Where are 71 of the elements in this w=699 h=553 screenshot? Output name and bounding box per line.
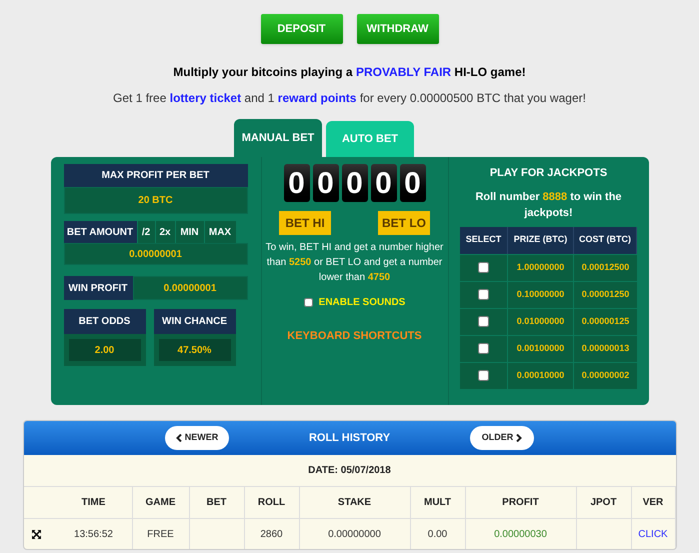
table-cell-text: 0.00000030	[494, 528, 547, 542]
table-cell-text: 0.00001250	[580, 288, 630, 301]
table-cell: 0.00010000	[508, 362, 574, 388]
chevron-right-icon	[516, 434, 522, 442]
select-checkbox[interactable]	[478, 370, 489, 381]
table-cell-text: 2860	[260, 528, 283, 542]
older-button[interactable]: OLDER	[470, 426, 534, 450]
table-cell: 0.10000000	[508, 282, 574, 308]
history-title: ROLL HISTORY	[308, 430, 390, 446]
tab[interactable]: MANUAL BET	[234, 119, 322, 157]
field-label: WIN PROFIT	[64, 276, 132, 300]
stat-value: 2.00	[68, 339, 140, 361]
digit-display: 0	[312, 164, 338, 202]
column-header: STAKE	[300, 487, 410, 518]
select-checkbox[interactable]	[478, 316, 489, 327]
table-cell-text: 0.00012500	[580, 260, 630, 274]
column-header: JPOT	[576, 487, 632, 518]
select-checkbox[interactable]	[478, 343, 489, 354]
table-cell-text: 0.00000013	[580, 342, 630, 355]
table-cell: 1.00000000	[508, 254, 574, 280]
jackpots-text: Roll number 8888 to win the jackpots!	[474, 190, 623, 220]
rules-text: To win, BET HI and get a number higher than 5250 or BET LO and get a number lower than 4750	[264, 241, 444, 285]
column-header: MULT	[410, 487, 466, 518]
table-cell-text: 0.00000002	[580, 368, 630, 382]
headline: Multiply your bitcoins playing a PROVABLY FAIR HI-LO game!	[173, 64, 526, 81]
bet-button[interactable]: BET LO	[378, 211, 430, 235]
digit-display: 0	[370, 164, 396, 202]
select-checkbox[interactable]	[478, 262, 489, 273]
column-header: ROLL	[244, 487, 300, 518]
column-header: COST (BTC)	[574, 226, 637, 254]
verify-link[interactable]: CLICK	[638, 526, 668, 542]
newer-button[interactable]: NEWER	[164, 426, 229, 450]
table-cell: 0.00100000	[508, 336, 574, 362]
bet-amount-field[interactable]: 0.00000001	[64, 243, 248, 265]
jackpots-title: PLAY FOR JACKPOTS	[490, 166, 608, 181]
stat-value: 47.50%	[158, 339, 230, 361]
chevron-left-icon	[176, 434, 182, 442]
column-header: TIME	[24, 487, 132, 518]
date-label: DATE: 05/07/2018	[24, 455, 676, 487]
amount-button[interactable]: MAX	[204, 221, 236, 243]
expand-icon[interactable]	[32, 530, 40, 538]
panel-header: MAX PROFIT PER BET	[64, 164, 248, 187]
digit-display: 0	[400, 164, 426, 202]
column-header: SELECT	[460, 226, 508, 254]
stat-label: WIN CHANCE	[154, 309, 236, 334]
value-field: 0.00000001	[132, 276, 248, 300]
value-field: 20 BTC	[64, 187, 248, 214]
column-header: PROFIT	[466, 487, 576, 518]
sounds-checkbox[interactable]	[304, 298, 313, 307]
column-header: PRIZE (BTC)	[508, 226, 574, 254]
table-cell-text: 13:56:52	[74, 528, 113, 542]
amount-button[interactable]: /2	[136, 221, 154, 243]
column-header: BET	[190, 487, 244, 518]
amount-button[interactable]: MIN	[174, 221, 204, 243]
table-cell-text: 0.00000000	[328, 528, 381, 542]
table-cell: 0.01000000	[508, 308, 574, 334]
bet-button[interactable]: BET HI	[279, 211, 331, 235]
amount-button[interactable]: 2x	[154, 221, 174, 243]
field-label: BET AMOUNT	[64, 221, 136, 243]
digit-display: 0	[342, 164, 368, 202]
digit-display: 0	[284, 164, 310, 202]
checkbox-label: ENABLE SOUNDS	[318, 296, 406, 310]
top-button[interactable]: WITHDRAW	[356, 14, 438, 44]
select-checkbox[interactable]	[478, 289, 489, 300]
stat-label: BET ODDS	[64, 309, 146, 334]
table-cell-text: 0.00	[428, 528, 448, 542]
promo-text: Get 1 free lottery ticket and 1 reward points for every 0.00000500 BTC that you wager!	[113, 90, 586, 107]
table-cell-text: 0.00000125	[580, 314, 630, 328]
column-header: GAME	[132, 487, 190, 518]
column-header: VER	[632, 487, 676, 518]
table-cell-text: FREE	[147, 528, 174, 542]
